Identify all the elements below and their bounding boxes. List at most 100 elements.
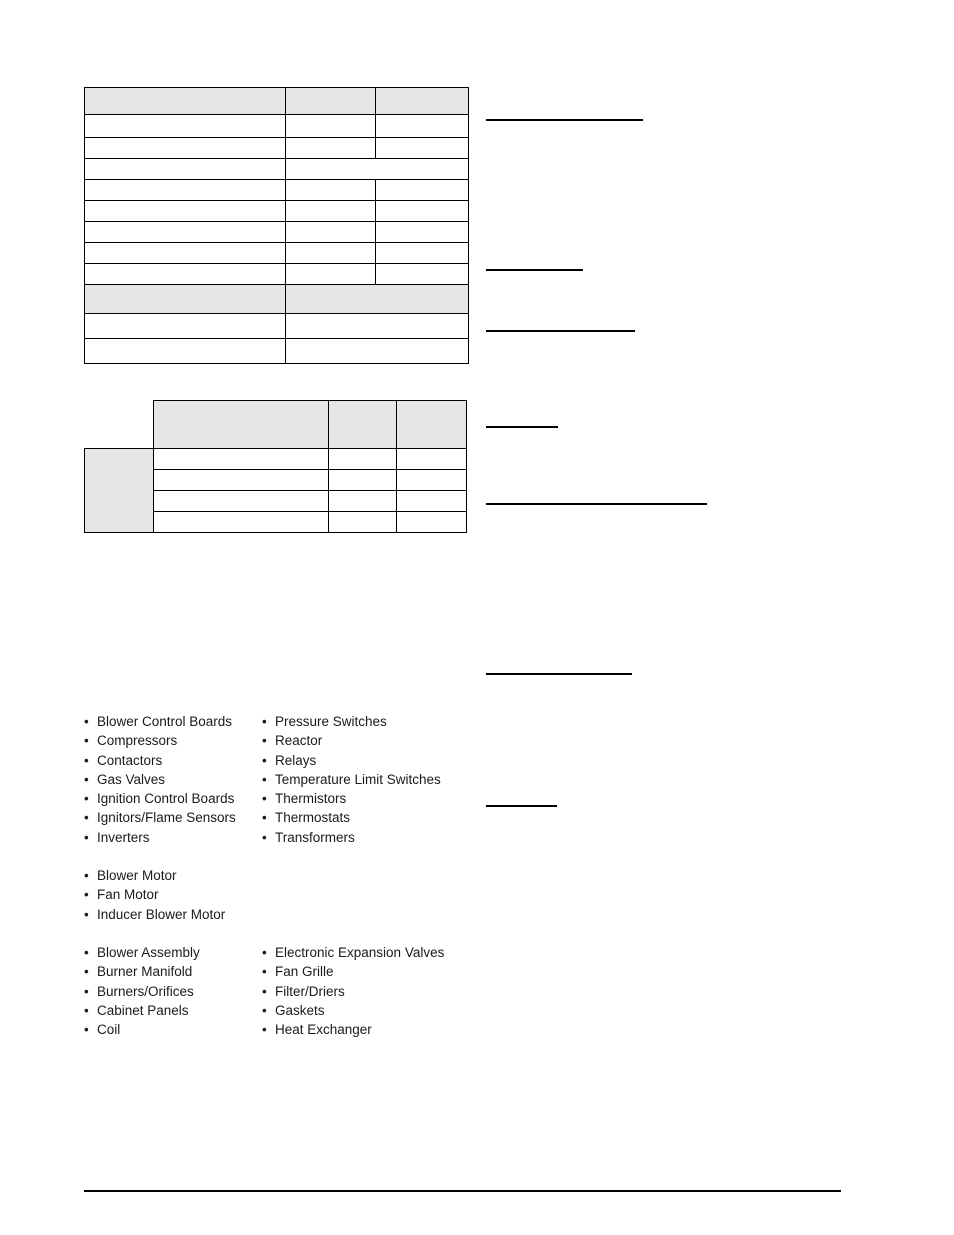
table-cell bbox=[375, 87, 469, 115]
list-item: Coil bbox=[84, 1020, 200, 1040]
table-cell bbox=[153, 490, 329, 512]
section-rule-5 bbox=[486, 503, 707, 505]
table-cell bbox=[396, 469, 467, 491]
coverage-matrix-table bbox=[84, 400, 467, 533]
list-item: Pressure Switches bbox=[262, 712, 441, 732]
table-cell bbox=[285, 242, 376, 264]
table-cell bbox=[285, 338, 469, 364]
bullet-list: Pressure SwitchesReactorRelaysTemperatur… bbox=[262, 712, 441, 847]
table-cell bbox=[84, 137, 286, 159]
table-cell bbox=[328, 511, 397, 533]
bullet-list: Electronic Expansion ValvesFan GrilleFil… bbox=[262, 943, 444, 1040]
document-page: Blower Control BoardsCompressorsContacto… bbox=[0, 0, 954, 1235]
list-item: Gas Valves bbox=[84, 770, 236, 790]
list-item: Compressors bbox=[84, 731, 236, 751]
table-cell bbox=[84, 242, 286, 264]
table-row bbox=[84, 137, 469, 159]
table-row bbox=[84, 338, 469, 364]
list-item: Reactor bbox=[262, 731, 441, 751]
table-cell bbox=[84, 448, 154, 533]
footer-rule bbox=[84, 1190, 841, 1192]
table-cell bbox=[328, 400, 397, 449]
section-rule-7 bbox=[486, 805, 557, 807]
table-cell bbox=[375, 200, 469, 222]
list-item: Relays bbox=[262, 751, 441, 771]
table-cell bbox=[84, 158, 286, 180]
table-cell bbox=[396, 400, 467, 449]
table-cell bbox=[84, 87, 286, 115]
functional-parts-column-right: Electronic Expansion ValvesFan GrilleFil… bbox=[262, 943, 444, 1040]
list-item: Blower Assembly bbox=[84, 943, 200, 963]
table-cell bbox=[153, 511, 329, 533]
table-spacer-cell bbox=[85, 401, 154, 449]
table-row bbox=[84, 179, 469, 201]
electrical-components-column-left: Blower Control BoardsCompressorsContacto… bbox=[84, 712, 236, 847]
table-cell bbox=[375, 242, 469, 264]
table-row bbox=[84, 313, 469, 339]
list-item: Electronic Expansion Valves bbox=[262, 943, 444, 963]
table-cell bbox=[285, 114, 376, 138]
table-row bbox=[84, 448, 467, 533]
table-row bbox=[84, 87, 469, 115]
table-cell bbox=[375, 179, 469, 201]
table-cell bbox=[328, 469, 397, 491]
list-item: Thermistors bbox=[262, 789, 441, 809]
list-item: Transformers bbox=[262, 828, 441, 848]
functional-parts-column-left: Blower AssemblyBurner ManifoldBurners/Or… bbox=[84, 943, 200, 1040]
table-cell bbox=[84, 263, 286, 285]
table-cell bbox=[285, 284, 469, 314]
table-cell bbox=[84, 221, 286, 243]
table-cell bbox=[84, 338, 286, 364]
list-item: Cabinet Panels bbox=[84, 1001, 200, 1021]
table-cell bbox=[153, 400, 329, 449]
table-cell bbox=[285, 158, 469, 180]
table-cell bbox=[396, 448, 467, 470]
list-item: Ignition Control Boards bbox=[84, 789, 236, 809]
table-cell bbox=[285, 263, 376, 285]
list-item: Fan Grille bbox=[262, 962, 444, 982]
table-row bbox=[84, 200, 469, 222]
table-cell bbox=[285, 137, 376, 159]
list-item: Burner Manifold bbox=[84, 962, 200, 982]
list-item: Heat Exchanger bbox=[262, 1020, 444, 1040]
table-cell bbox=[396, 490, 467, 512]
table-cell bbox=[84, 313, 286, 339]
table-cell bbox=[84, 179, 286, 201]
section-rule-4 bbox=[486, 426, 558, 428]
bullet-list: Blower Control BoardsCompressorsContacto… bbox=[84, 712, 236, 847]
list-item: Inverters bbox=[84, 828, 236, 848]
table-cell bbox=[396, 511, 467, 533]
list-item: Thermostats bbox=[262, 808, 441, 828]
list-item: Filter/Driers bbox=[262, 982, 444, 1002]
table-cell bbox=[375, 137, 469, 159]
table-cell bbox=[285, 200, 376, 222]
table-cell bbox=[84, 284, 286, 314]
table-row bbox=[84, 284, 469, 314]
list-item: Blower Control Boards bbox=[84, 712, 236, 732]
list-item: Contactors bbox=[84, 751, 236, 771]
bullet-list: Blower AssemblyBurner ManifoldBurners/Or… bbox=[84, 943, 200, 1040]
table-cell bbox=[153, 469, 329, 491]
table-cell bbox=[375, 114, 469, 138]
section-rule-6 bbox=[486, 673, 632, 675]
table-cell bbox=[375, 263, 469, 285]
list-item: Inducer Blower Motor bbox=[84, 905, 225, 925]
table-row bbox=[84, 158, 469, 180]
table-cell bbox=[375, 221, 469, 243]
section-rule-1 bbox=[486, 119, 643, 121]
table-row bbox=[84, 263, 469, 285]
list-item: Temperature Limit Switches bbox=[262, 770, 441, 790]
table-row bbox=[84, 221, 469, 243]
table-cell bbox=[285, 179, 376, 201]
warranty-periods-table bbox=[84, 87, 469, 364]
section-rule-3 bbox=[486, 330, 635, 332]
table-cell bbox=[84, 200, 286, 222]
list-item: Fan Motor bbox=[84, 885, 225, 905]
list-item: Burners/Orifices bbox=[84, 982, 200, 1002]
table-row bbox=[85, 400, 467, 449]
bullet-list: Blower MotorFan MotorInducer Blower Moto… bbox=[84, 866, 225, 924]
section-rule-2 bbox=[486, 269, 583, 271]
table-cell bbox=[153, 448, 329, 470]
table-cell bbox=[285, 313, 469, 339]
table-cell bbox=[84, 114, 286, 138]
